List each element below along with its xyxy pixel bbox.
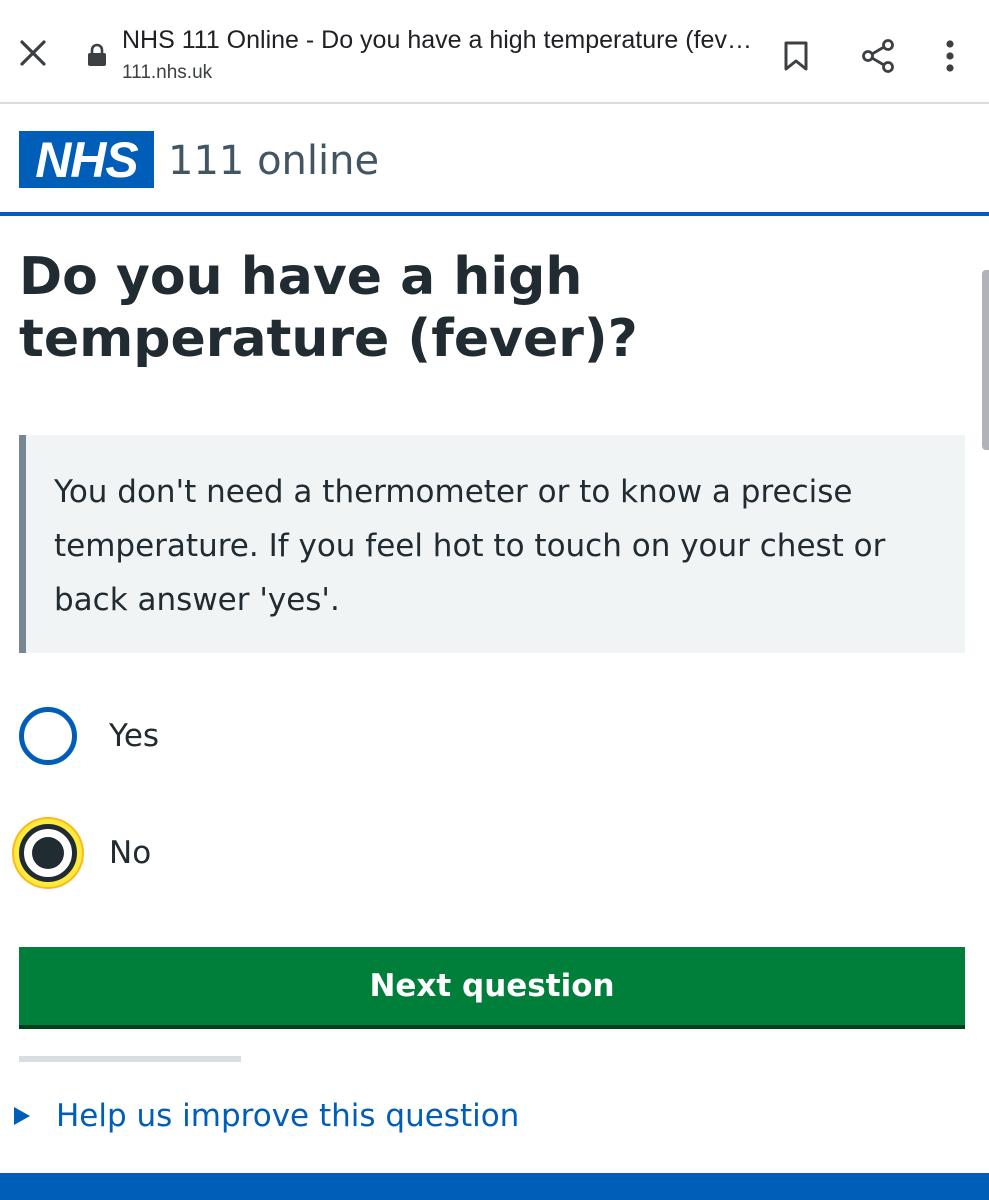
hint-inset: You don't need a thermometer or to know …: [19, 435, 965, 653]
scrollbar[interactable]: [982, 270, 989, 450]
hint-text: You don't need a thermometer or to know …: [54, 474, 886, 618]
help-improve-link[interactable]: Help us improve this question: [14, 1098, 519, 1134]
nhs-logo[interactable]: NHS: [19, 131, 154, 188]
nhs-logo-text: NHS: [35, 131, 139, 188]
radio-no-input[interactable]: [19, 824, 77, 882]
radio-selected-dot: [32, 837, 64, 869]
share-icon[interactable]: [856, 34, 900, 78]
site-header: NHS 111 online: [0, 104, 989, 216]
more-vertical-icon[interactable]: [928, 34, 972, 78]
lock-icon: [86, 43, 108, 67]
bookmark-icon[interactable]: [774, 34, 818, 78]
radio-option-yes[interactable]: Yes: [19, 707, 159, 765]
service-name[interactable]: 111 online: [168, 138, 379, 184]
browser-page-title: NHS 111 Online - Do you have a high temp…: [122, 26, 752, 54]
close-icon[interactable]: [12, 32, 54, 74]
radio-yes-label[interactable]: Yes: [109, 718, 159, 754]
next-question-button[interactable]: Next question: [19, 947, 965, 1029]
footer-bar: [0, 1173, 989, 1200]
radio-no-label[interactable]: No: [109, 835, 151, 871]
radio-yes-input[interactable]: [19, 707, 77, 765]
expand-triangle-icon: [14, 1107, 30, 1125]
radio-option-no[interactable]: No: [19, 824, 151, 882]
browser-toolbar: NHS 111 Online - Do you have a high temp…: [0, 0, 989, 104]
help-improve-label[interactable]: Help us improve this question: [56, 1098, 519, 1134]
question-title: Do you have a high temperature (fever)?: [19, 247, 638, 369]
browser-url[interactable]: 111.nhs.uk: [122, 62, 212, 84]
divider: [19, 1056, 241, 1062]
